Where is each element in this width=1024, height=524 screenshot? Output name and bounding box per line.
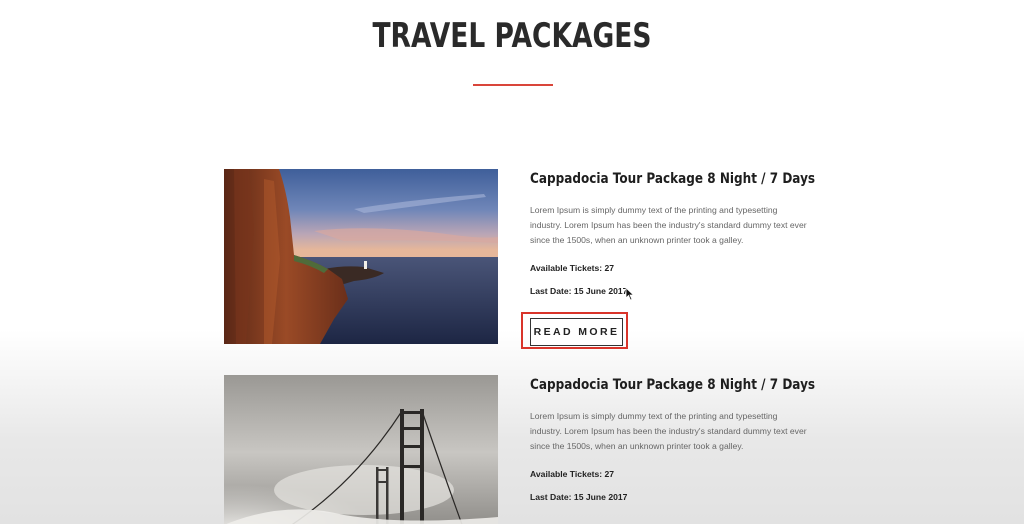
read-more-button[interactable]: READ MORE — [530, 318, 623, 346]
package-info: Cappadocia Tour Package 8 Night / 7 Days… — [521, 169, 830, 349]
last-date: Last Date: 15 June 2017 — [530, 492, 628, 502]
package-title[interactable]: Cappadocia Tour Package 8 Night / 7 Days — [530, 375, 815, 393]
package-info: Cappadocia Tour Package 8 Night / 7 Days… — [530, 375, 830, 502]
available-tickets: Available Tickets: 27 — [530, 469, 615, 479]
available-tickets: Available Tickets: 27 — [530, 263, 615, 273]
package-title[interactable]: Cappadocia Tour Package 8 Night / 7 Days — [530, 169, 815, 187]
title-divider — [473, 84, 553, 86]
package-description: Lorem Ipsum is simply dummy text of the … — [530, 411, 807, 451]
package-image-bridge[interactable] — [224, 375, 498, 524]
package-description: Lorem Ipsum is simply dummy text of the … — [530, 205, 807, 245]
cliffs-lighthouse-photo — [224, 169, 498, 344]
mouse-cursor-icon — [625, 287, 635, 301]
package-image-cliffs[interactable] — [224, 169, 498, 344]
page-title: TRAVEL PACKAGES — [372, 16, 652, 56]
bridge-fog-photo — [224, 375, 498, 524]
last-date: Last Date: 15 June 2017 — [530, 286, 628, 296]
